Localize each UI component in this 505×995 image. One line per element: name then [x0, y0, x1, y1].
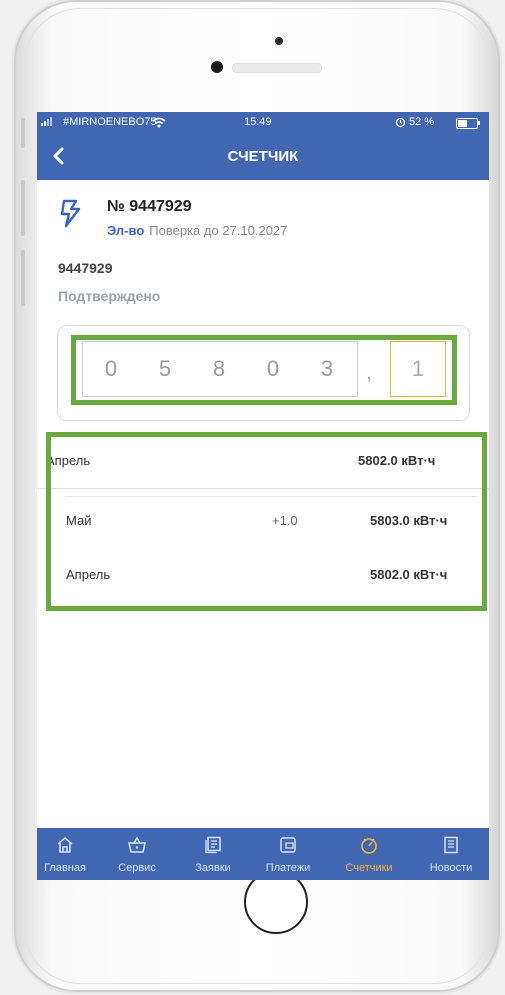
tab-label: Главная — [44, 862, 86, 874]
tab-label: Заявки — [195, 862, 231, 874]
battery-percent: 52 % — [409, 116, 435, 128]
requests-icon — [205, 836, 221, 854]
wallet-icon — [280, 837, 296, 853]
earpiece-speaker — [232, 63, 322, 73]
highlight-frame-history — [46, 432, 487, 611]
top-app-bar: СЧЕТЧИК — [37, 134, 489, 180]
tab-meters[interactable]: Счетчики — [337, 828, 401, 880]
app-screen: #MIRNOENEBO75 15:49 52 % СЧЕТЧИК № 94479… — [37, 112, 489, 880]
verification-date: Поверка до 27.10.2027 — [149, 223, 288, 238]
news-icon — [444, 836, 458, 854]
tab-label: Новости — [429, 862, 473, 874]
page-title: СЧЕТЧИК — [227, 148, 299, 165]
home-icon — [57, 837, 73, 853]
wifi-icon — [152, 117, 166, 128]
mute-switch — [21, 118, 25, 148]
battery-icon — [456, 118, 480, 129]
meter-type: Эл-во — [107, 223, 145, 238]
bottom-tab-bar: Главная Сервис Заявки Платежи Счетчики Н… — [37, 828, 489, 880]
clock: 15:49 — [244, 116, 272, 128]
tab-service[interactable]: Сервис — [105, 828, 169, 880]
tab-label: Платежи — [265, 862, 311, 874]
proximity-sensor — [275, 37, 283, 45]
tab-news[interactable]: Новости — [419, 828, 483, 880]
gauge-icon — [361, 838, 377, 854]
status-label: Подтверждено — [58, 288, 161, 304]
account-number: 9447929 — [58, 260, 113, 276]
highlight-frame-reading — [71, 335, 457, 405]
meter-subtitle: Эл-во Поверка до 27.10.2027 — [107, 223, 287, 238]
alarm-icon — [395, 117, 406, 128]
front-camera — [211, 61, 223, 73]
volume-up-button — [21, 180, 25, 236]
volume-down-button — [21, 250, 25, 306]
tab-requests[interactable]: Заявки — [181, 828, 245, 880]
electricity-icon — [60, 199, 81, 228]
carrier-name: #MIRNOENEBO75 — [63, 116, 157, 128]
tab-label: Счетчики — [345, 862, 393, 874]
basket-icon — [128, 836, 146, 853]
meter-number: № 9447929 — [107, 198, 192, 215]
signal-icon — [41, 117, 52, 126]
tab-payments[interactable]: Платежи — [256, 828, 320, 880]
status-bar: #MIRNOENEBO75 15:49 52 % — [37, 112, 489, 134]
tab-label: Сервис — [118, 862, 156, 874]
tab-home[interactable]: Главная — [37, 828, 97, 880]
